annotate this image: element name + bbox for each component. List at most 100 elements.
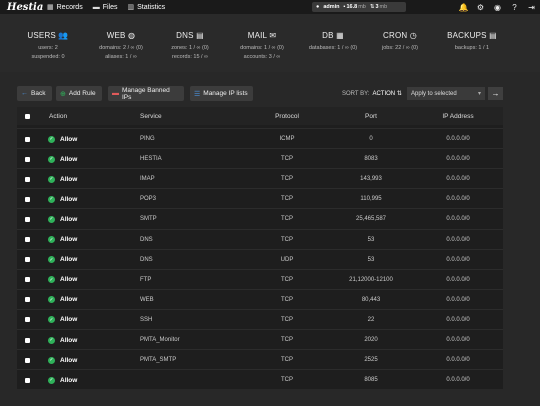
disk-icon: ▪ — [343, 4, 346, 10]
header-ip-address[interactable]: IP Address — [422, 107, 494, 125]
stat-users-line: users: 2 — [38, 45, 58, 51]
bulk-action-select[interactable]: Apply to selected ▾ — [407, 87, 485, 100]
table-row[interactable]: ✓ Allow POP3 TCP 110,995 0.0.0.0/0 — [17, 188, 503, 209]
bandwidth-unit: mb — [379, 4, 388, 10]
stat-backups[interactable]: BACKUPS ▤ backups: 1 / 1 — [432, 31, 512, 53]
stat-dns[interactable]: DNS ▤ zones: 1 / ∞ (0) records: 15 / ∞ — [150, 31, 230, 62]
header-protocol[interactable]: Protocol — [251, 107, 323, 125]
select-all-checkbox[interactable] — [25, 113, 30, 119]
row-ip-address: 0.0.0.0/0 — [446, 357, 470, 364]
add-rule-button[interactable]: ⊕ Add Rule — [56, 86, 102, 101]
row-protocol: TCP — [281, 276, 293, 283]
table-row[interactable]: ✓ Allow DNS UDP 53 0.0.0.0/0 — [17, 248, 503, 270]
table-row[interactable]: ✓ Allow PING ICMP 0 0.0.0.0/0 — [17, 128, 503, 149]
help-icon[interactable]: ? — [506, 3, 523, 12]
row-protocol: TCP — [281, 216, 293, 223]
add-rule-label: Add Rule — [68, 90, 96, 97]
row-ip-address: 0.0.0.0/0 — [446, 136, 470, 142]
table-row[interactable]: ✓ Allow IMAP TCP 143,993 0.0.0.0/0 — [17, 168, 503, 189]
table-row[interactable]: ✓ Allow HESTIA TCP 8083 0.0.0.0/0 — [17, 148, 503, 169]
row-service: DNS — [140, 236, 153, 243]
table-row[interactable]: ✓ Allow PMTA_SMTP TCP 2525 0.0.0.0/0 — [17, 349, 503, 370]
stat-mail[interactable]: MAIL ✉ domains: 1 / ∞ (0) accounts: 3 / ∞ — [222, 31, 302, 62]
row-service: PMTA_SMTP — [140, 357, 177, 364]
row-checkbox[interactable] — [25, 317, 30, 323]
row-service: PMTA_Monitor — [140, 337, 180, 343]
bandwidth-icon: ⇅ — [369, 4, 375, 10]
logout-icon[interactable]: ⇥ — [523, 3, 540, 12]
table-row[interactable]: ✓ Allow FTP TCP 21,12000-12100 0.0.0.0/0 — [17, 268, 503, 290]
row-ip-address: 0.0.0.0/0 — [446, 196, 470, 203]
stat-users[interactable]: USERS 👥 users: 2 suspended: 0 — [8, 31, 88, 62]
row-checkbox[interactable] — [25, 237, 30, 242]
row-checkbox[interactable] — [25, 297, 30, 303]
stat-users-line: suspended: 0 — [31, 54, 65, 60]
sort-label: SORT BY: — [342, 91, 370, 97]
gear-icon[interactable]: ⚙ — [472, 3, 489, 12]
chevron-down-icon: ▾ — [477, 91, 481, 97]
header-service[interactable]: Service — [140, 107, 162, 125]
stats-panel: USERS 👥 users: 2 suspended: 0 WEB ◍ domai… — [0, 14, 540, 72]
apply-button[interactable]: → — [488, 87, 503, 100]
nav-records[interactable]: ▦ Records — [47, 3, 83, 12]
bulk-action-value: Apply to selected — [411, 90, 457, 97]
list-icon: ☰ — [194, 90, 201, 98]
table-row[interactable]: ✓ Allow TCP 8085 0.0.0.0/0 — [17, 369, 503, 390]
row-checkbox[interactable] — [25, 136, 30, 142]
table-row[interactable]: ✓ Allow DNS TCP 53 0.0.0.0/0 — [17, 228, 503, 250]
header-port[interactable]: Port — [331, 107, 411, 125]
stat-cron[interactable]: CRON ◷ jobs: 22 / ∞ (0) — [360, 31, 440, 53]
plus-circle-icon: ⊕ — [60, 90, 66, 98]
row-checkbox[interactable] — [25, 377, 30, 383]
back-button[interactable]: ← Back — [17, 86, 52, 101]
clock-icon: ◷ — [409, 31, 417, 40]
row-checkbox[interactable] — [25, 337, 30, 343]
bandwidth-usage: 3 — [375, 4, 379, 10]
sort-control[interactable]: SORT BY: ACTION ⇅ — [342, 90, 402, 97]
row-checkbox[interactable] — [25, 257, 30, 263]
row-checkbox[interactable] — [25, 277, 30, 283]
table-row[interactable]: ✓ Allow WEB TCP 80,443 0.0.0.0/0 — [17, 288, 503, 310]
row-service: SSH — [140, 316, 153, 323]
stat-cron-line: jobs: 22 / ∞ (0) — [381, 45, 419, 51]
row-checkbox[interactable] — [25, 216, 30, 222]
row-port: 80,443 — [361, 296, 381, 303]
table-row[interactable]: ✓ Allow PMTA_Monitor TCP 2020 0.0.0.0/0 — [17, 329, 503, 350]
check-circle-icon: ✓ — [48, 296, 55, 304]
nav-statistics[interactable]: ▥ Statistics — [127, 3, 165, 12]
row-protocol: TCP — [281, 176, 293, 183]
arrow-left-icon: ← — [21, 90, 28, 97]
dns-icon: ▤ — [196, 31, 204, 40]
row-checkbox[interactable] — [25, 357, 30, 363]
stat-mail-title: MAIL — [247, 31, 267, 40]
stat-web-title: WEB — [106, 31, 126, 40]
stat-web[interactable]: WEB ◍ domains: 2 / ∞ (0) aliases: 1 / ∞ — [81, 31, 161, 62]
row-checkbox[interactable] — [25, 176, 30, 182]
nav-files[interactable]: ▬ Files — [93, 4, 118, 11]
manage-ip-lists-button[interactable]: ☰ Manage IP lists — [190, 86, 253, 101]
header-action[interactable]: Action — [49, 107, 67, 125]
table-row[interactable]: ✓ Allow SSH TCP 22 0.0.0.0/0 — [17, 308, 503, 330]
logo[interactable]: Hestia — [7, 2, 47, 13]
row-checkbox[interactable] — [25, 196, 30, 202]
row-service: DNS — [140, 256, 153, 263]
check-circle-icon: ✓ — [48, 336, 55, 344]
user-icon: ● — [316, 4, 320, 10]
account-icon[interactable]: ◉ — [489, 3, 506, 12]
bell-icon[interactable]: 🔔 — [455, 3, 472, 12]
manage-banned-ips-button[interactable]: ▬ Manage Banned IPs — [108, 86, 184, 101]
row-service: HESTIA — [140, 156, 162, 163]
row-service: IMAP — [140, 176, 155, 183]
table-row[interactable]: ✓ Allow SMTP TCP 25,465,587 0.0.0.0/0 — [17, 208, 503, 229]
check-circle-icon: ✓ — [48, 155, 55, 163]
row-port: 2525 — [364, 357, 378, 364]
check-circle-icon: ✓ — [48, 316, 55, 324]
row-protocol: TCP — [281, 296, 293, 303]
row-protocol: ICMP — [279, 136, 295, 142]
row-port: 143,993 — [360, 176, 382, 183]
row-checkbox[interactable] — [25, 156, 30, 162]
row-action: Allow — [60, 135, 78, 143]
row-protocol: UDP — [280, 256, 294, 263]
user-menu[interactable]: ● admin ▪ 16.8 mb ⇅ 3 mb — [312, 2, 406, 12]
row-action: Allow — [60, 316, 78, 324]
